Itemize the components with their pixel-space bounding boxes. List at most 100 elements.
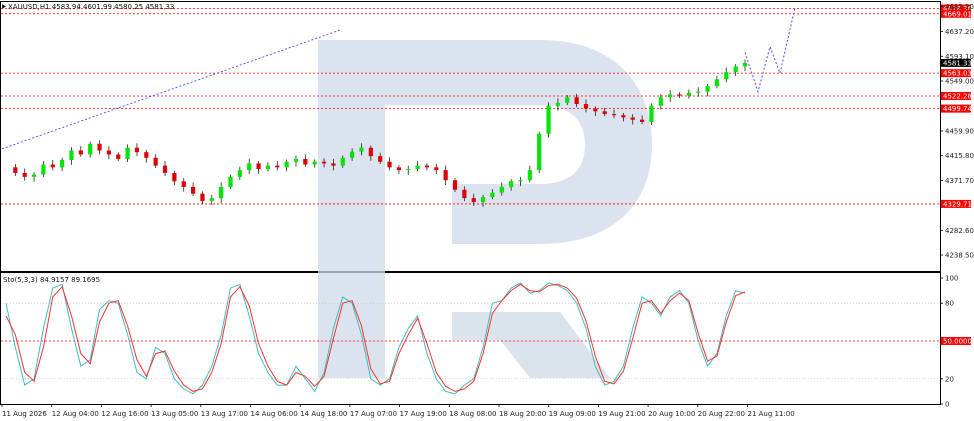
bullish-candle: [714, 79, 720, 87]
bullish-candle: [565, 97, 570, 103]
bearish-candle: [78, 150, 83, 155]
bearish-candle: [50, 164, 55, 168]
bearish-candle: [593, 108, 598, 112]
bearish-candle: [13, 167, 18, 173]
bullish-candle: [658, 97, 663, 106]
bearish-candle: [471, 198, 476, 203]
bearish-candle: [321, 161, 327, 164]
price-tick-label: 4682.20: [945, 3, 974, 11]
bearish-candle: [181, 181, 186, 187]
level-label: 4329.71: [943, 200, 972, 208]
bullish-candle: [31, 174, 37, 177]
trading-chart[interactable]: 4678.364669.014563.034522.284499.744329.…: [0, 0, 974, 421]
bullish-candle: [228, 176, 233, 187]
bearish-candle: [621, 115, 626, 118]
level-label: 4522.28: [943, 92, 972, 100]
bearish-candle: [134, 147, 140, 153]
chart-title: XAUUSD,H1 4583.94 4601.99 4580.25 4581.3…: [8, 3, 174, 11]
bullish-candle: [88, 143, 93, 155]
bullish-candle: [284, 161, 289, 168]
bearish-candle: [256, 163, 261, 170]
bullish-candle: [209, 198, 214, 201]
time-tick-label: 21 Aug 11:00: [748, 410, 795, 418]
bearish-candle: [639, 119, 645, 122]
bullish-candle: [359, 147, 364, 152]
sto-tick-label: 20: [945, 375, 954, 383]
bullish-candle: [649, 105, 654, 122]
price-tick-label: 4593.10: [945, 53, 974, 61]
price-tick-label: 4415.80: [945, 152, 974, 160]
sto-tick-label: 0: [945, 401, 949, 409]
bullish-candle: [733, 66, 738, 73]
time-tick-label: 12 Aug 04:00: [52, 410, 99, 418]
bearish-candle: [387, 161, 392, 168]
bullish-candle: [69, 150, 74, 161]
price-grid: 4678.364669.014563.034522.284499.744329.…: [1, 4, 972, 208]
level-label: 4563.03: [943, 70, 972, 78]
price-axis: 4682.20 4637.20 4593.10 4549.00 4459.90 4415.…: [940, 3, 974, 260]
bearish-candle: [22, 172, 27, 177]
bearish-candle: [368, 147, 373, 157]
bullish-candle: [41, 164, 46, 175]
bullish-candle: [293, 158, 299, 162]
time-tick-label: 17 Aug 07:00: [350, 410, 397, 418]
price-tick-label: 4238.50: [945, 252, 974, 260]
price-tick-label: 4549.00: [945, 78, 974, 86]
bearish-candle: [443, 170, 448, 181]
watermark-logo: [318, 40, 652, 378]
bearish-candle: [378, 156, 383, 162]
bullish-candle: [555, 102, 561, 106]
bullish-candle: [724, 72, 729, 80]
bearish-candle: [275, 165, 280, 168]
bearish-candle: [153, 157, 158, 166]
bearish-candle: [190, 186, 196, 194]
time-tick-label: 20 Aug 22:00: [698, 410, 745, 418]
time-axis: 11 Aug 2026 12 Aug 04:00 12 Aug 16:00 13 Au…: [1, 404, 795, 418]
price-tick-label: 4282.60: [945, 227, 974, 235]
forecast-path: [744, 7, 796, 94]
price-tick-label: 4637.20: [945, 28, 974, 36]
trend-line: [1, 29, 341, 150]
time-tick-label: 19 Aug 21:00: [598, 410, 645, 418]
forecast-lines: [1, 7, 796, 150]
time-tick-label: 13 Aug 05:00: [151, 410, 198, 418]
bullish-candle: [668, 94, 673, 98]
bullish-candle: [247, 163, 252, 171]
sto-tick-label: 80: [945, 300, 954, 308]
bearish-candle: [583, 103, 589, 109]
bullish-candle: [490, 192, 495, 198]
bullish-candle: [219, 186, 224, 199]
bullish-candle: [350, 151, 355, 158]
bearish-candle: [452, 180, 458, 190]
level-label: 4499.74: [943, 105, 972, 113]
bearish-candle: [106, 150, 112, 155]
bearish-candle: [434, 167, 439, 171]
bearish-candle: [116, 154, 121, 159]
time-tick-label: 14 Aug 06:00: [251, 410, 298, 418]
bullish-candle: [705, 86, 710, 92]
bullish-candle: [480, 197, 486, 203]
sto-tick-label: 100: [945, 275, 958, 283]
bearish-candle: [462, 189, 467, 199]
time-tick-label: 11 Aug 2026: [2, 410, 47, 418]
bearish-candle: [172, 172, 177, 182]
stochastic-title: Sto(5,3,3) 84.9157 89.1695: [3, 276, 100, 284]
bullish-candle: [340, 157, 345, 166]
time-tick-label: 19 Aug 09:00: [549, 410, 596, 418]
time-tick-label: 12 Aug 16:00: [101, 410, 148, 418]
bearish-candle: [574, 97, 579, 104]
time-tick-label: 20 Aug 10:00: [648, 410, 695, 418]
bearish-candle: [677, 94, 682, 96]
bearish-candle: [611, 114, 617, 116]
level-label: 4669.01: [943, 10, 972, 18]
bearish-candle: [602, 111, 607, 115]
bullish-candle: [406, 169, 411, 171]
time-tick-label: 18 Aug 08:00: [449, 410, 496, 418]
bearish-candle: [144, 152, 149, 158]
bullish-candle: [537, 133, 542, 171]
bullish-candle: [60, 160, 65, 168]
bullish-candle: [686, 92, 691, 96]
time-tick-label: 13 Aug 17:00: [201, 410, 248, 418]
bullish-candle: [237, 170, 242, 177]
time-tick-label: 18 Aug 20:00: [499, 410, 546, 418]
